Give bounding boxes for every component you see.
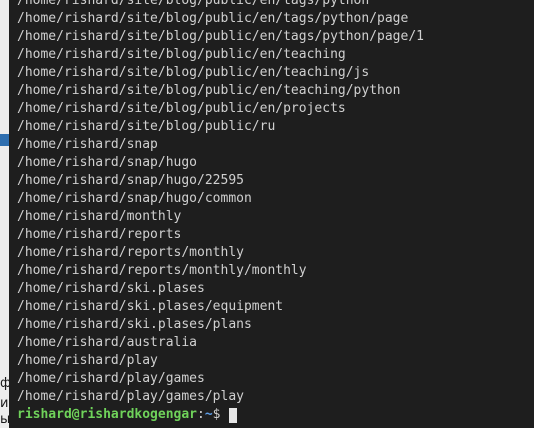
terminal-output-line: /home/rishard/ski.plases/equipment <box>17 299 284 314</box>
terminal-output-line: /home/rishard/snap/hugo/22595 <box>17 173 244 188</box>
terminal-output-line: /home/rishard/site/blog/public/ru <box>17 119 276 134</box>
prompt-user-host: rishard@rishardkogengar <box>17 407 198 422</box>
terminal-output-line: /home/rishard/ski.plases <box>17 281 205 296</box>
terminal-output-line: /home/rishard/site/blog/public/en/teachi… <box>17 47 346 62</box>
terminal-output-line: /home/rishard/reports/monthly/monthly <box>17 263 307 278</box>
terminal-output-line: /home/rishard/site/blog/public/en/teachi… <box>17 65 370 80</box>
terminal-cursor[interactable] <box>229 407 238 423</box>
terminal-scrollback: /home/rishard/site/blog/public/en/tags/p… <box>17 0 424 424</box>
background-window-text: ф <box>0 376 9 391</box>
terminal-output-line: /home/rishard/australia <box>17 335 198 350</box>
terminal-output-line: /home/rishard/site/blog/public/en/teachi… <box>17 83 401 98</box>
terminal-output-line: /home/rishard/play <box>17 353 158 368</box>
terminal-output-line: /home/rishard/play/games/play <box>17 389 244 404</box>
terminal-output-line: /home/rishard/snap/hugo/common <box>17 191 252 206</box>
prompt-path: ~ <box>204 407 213 422</box>
screen: ф и ы /home/rishard/site/blog/public/en/… <box>0 0 534 428</box>
terminal-output-line: /home/rishard/site/blog/public/en/tags/p… <box>17 29 424 44</box>
background-window-text: ы <box>0 412 9 427</box>
terminal-window[interactable]: /home/rishard/site/blog/public/en/tags/p… <box>9 0 534 428</box>
terminal-output-line: /home/rishard/reports/monthly <box>17 245 244 260</box>
prompt-separator: : <box>197 407 205 422</box>
terminal-output-line: /home/rishard/snap/hugo <box>17 155 198 170</box>
terminal-output-line: /home/rishard/site/blog/public/en/projec… <box>17 101 346 116</box>
terminal-output-line: /home/rishard/site/blog/public/en/tags/p… <box>17 11 409 26</box>
terminal-output-line: /home/rishard/play/games <box>17 371 205 386</box>
terminal-output-line: /home/rishard/reports <box>17 227 182 242</box>
background-window-tab[interactable] <box>0 134 9 146</box>
terminal-output-line: /home/rishard/snap <box>17 137 158 152</box>
prompt-symbol: $ <box>212 407 229 422</box>
background-window-edge[interactable]: ф и ы <box>0 0 9 428</box>
terminal-output-line: /home/rishard/site/blog/public/en/tags/p… <box>17 0 370 8</box>
terminal-prompt-line[interactable]: rishard@rishardkogengar: ~ $ <box>17 406 424 424</box>
background-window-text: и <box>0 396 9 411</box>
terminal-output-line: /home/rishard/ski.plases/plans <box>17 317 252 332</box>
terminal-output-line: /home/rishard/monthly <box>17 209 182 224</box>
